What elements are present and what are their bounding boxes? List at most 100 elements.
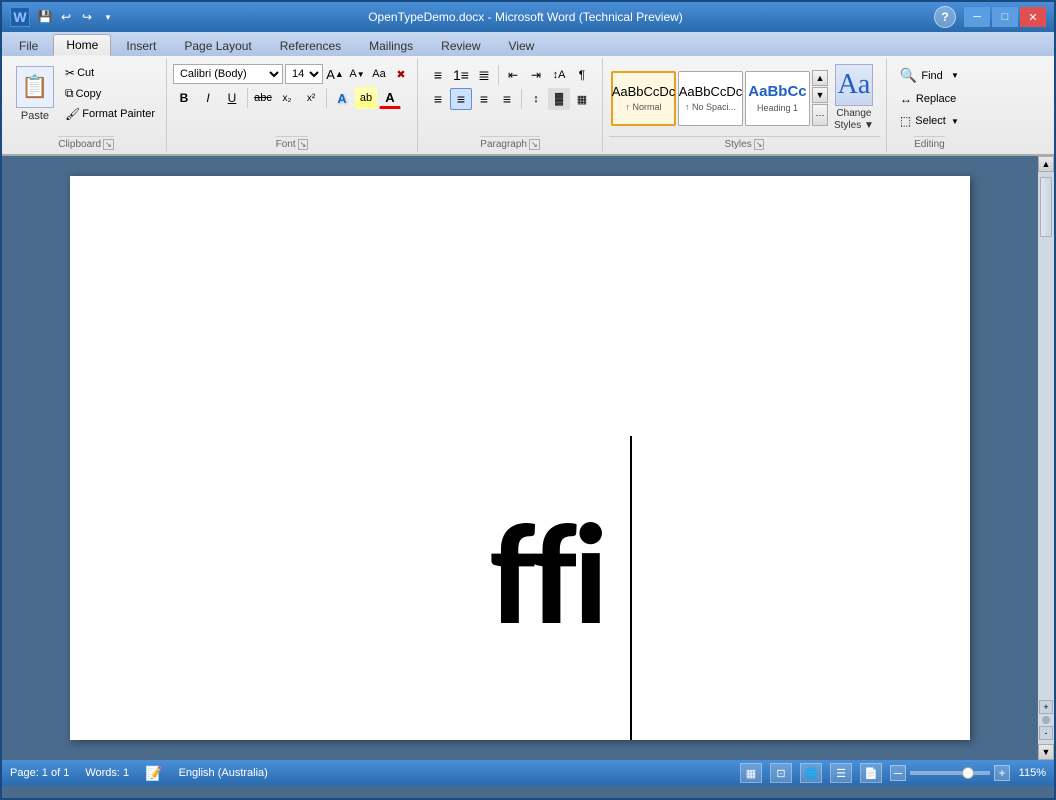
tab-insert[interactable]: Insert: [113, 35, 169, 56]
language-indicator[interactable]: English (Australia): [179, 767, 268, 779]
format-painter-button[interactable]: 🖌 Format Painter: [60, 105, 160, 123]
text-effects-btn[interactable]: A: [331, 87, 353, 109]
close-button[interactable]: ✕: [1020, 7, 1046, 27]
gallery-down-btn[interactable]: ▼: [812, 87, 828, 103]
underline-button[interactable]: U: [221, 87, 243, 109]
status-bar: Page: 1 of 1 Words: 1 📝 English (Austral…: [2, 760, 1054, 786]
draft-btn[interactable]: 📄: [860, 763, 882, 783]
style-no-spacing[interactable]: AaBbCcDc ↑ No Spaci...: [678, 71, 743, 126]
replace-label: Replace: [916, 93, 956, 105]
window-title: OpenTypeDemo.docx - Microsoft Word (Tech…: [117, 10, 934, 24]
editing-group: 🔍 Find ▼ ↔ Replace ⬚ Select ▼ Editing: [887, 58, 972, 152]
replace-button[interactable]: ↔ Replace: [893, 89, 966, 109]
zoom-slider[interactable]: [910, 771, 990, 775]
scroll-down-btn[interactable]: ▼: [1038, 744, 1054, 760]
strikethrough-button[interactable]: abc: [252, 87, 274, 109]
bold-button[interactable]: B: [173, 87, 195, 109]
web-layout-btn[interactable]: 🌐: [800, 763, 822, 783]
scroll-thumb[interactable]: [1040, 177, 1052, 237]
paragraph-expand-icon[interactable]: ↘: [529, 139, 540, 150]
style-normal[interactable]: AaBbCcDc ↑ Normal: [611, 71, 676, 126]
cut-button[interactable]: ✂ Cut: [60, 64, 160, 82]
numbered-list-btn[interactable]: 1≡: [450, 64, 472, 86]
clipboard-expand-icon[interactable]: ↘: [103, 139, 114, 150]
spell-check[interactable]: 📝: [145, 765, 162, 782]
font-size-selector[interactable]: 144: [285, 64, 323, 84]
copy-icon: ⧉: [65, 86, 74, 101]
document-container[interactable]: ffi: [2, 156, 1038, 760]
borders-btn[interactable]: ▦: [571, 88, 593, 110]
minimize-button[interactable]: ─: [964, 7, 990, 27]
zoom-out-btn[interactable]: ─: [890, 765, 906, 781]
zoom-slider-thumb[interactable]: [962, 767, 974, 779]
cut-icon: ✂: [65, 66, 75, 80]
subscript-button[interactable]: x₂: [276, 87, 298, 109]
gallery-more-btn[interactable]: ⋯: [812, 104, 828, 126]
bullets-btn[interactable]: ≡: [427, 64, 449, 86]
superscript-button[interactable]: x²: [300, 87, 322, 109]
document-page[interactable]: ffi: [70, 176, 970, 740]
paste-button[interactable]: 📋 Paste: [12, 64, 58, 124]
decrease-font-btn[interactable]: A▼: [347, 64, 367, 84]
tab-file[interactable]: File: [6, 35, 51, 56]
styles-expand-icon[interactable]: ↘: [754, 139, 765, 150]
style-heading1[interactable]: AaBbCc Heading 1: [745, 71, 810, 126]
print-layout-btn[interactable]: ▦: [740, 763, 762, 783]
document-content[interactable]: ffi: [490, 486, 605, 662]
select-button[interactable]: ⬚ Select ▼: [893, 111, 966, 131]
spell-check-icon: 📝: [145, 765, 162, 782]
increase-font-btn[interactable]: A▲: [325, 64, 345, 84]
align-right-btn[interactable]: ≡: [473, 88, 495, 110]
shading-btn[interactable]: ▓: [548, 88, 570, 110]
font-expand-icon[interactable]: ↘: [298, 139, 309, 150]
tab-home[interactable]: Home: [53, 34, 111, 56]
increase-indent-btn[interactable]: ⇥: [525, 64, 547, 86]
page-info-text: Page: 1 of 1: [10, 767, 69, 779]
multilevel-list-btn[interactable]: ≣: [473, 64, 495, 86]
save-quick-btn[interactable]: 💾: [36, 8, 54, 26]
outline-btn[interactable]: ☰: [830, 763, 852, 783]
font-selector[interactable]: Calibri (Body): [173, 64, 283, 84]
scroll-up-btn[interactable]: ▲: [1038, 156, 1054, 172]
font-selector-row: Calibri (Body) 144 A▲ A▼ Aa ✖: [173, 64, 411, 84]
italic-button[interactable]: I: [197, 87, 219, 109]
copy-button[interactable]: ⧉ Copy: [60, 84, 160, 103]
decrease-indent-btn[interactable]: ⇤: [502, 64, 524, 86]
maximize-button[interactable]: □: [992, 7, 1018, 27]
zoom-in-small-btn[interactable]: +: [1039, 700, 1053, 714]
align-center-btn[interactable]: ≡: [450, 88, 472, 110]
word-icon: W: [10, 7, 30, 27]
change-case-btn[interactable]: Aa: [369, 64, 389, 84]
page-info: Page: 1 of 1: [10, 767, 69, 779]
text-highlight-btn[interactable]: ab: [355, 87, 377, 109]
gallery-up-btn[interactable]: ▲: [812, 70, 828, 86]
change-styles-button[interactable]: Aa ChangeStyles ▼: [830, 62, 878, 134]
tab-page-layout[interactable]: Page Layout: [171, 35, 264, 56]
line-spacing-btn[interactable]: ↕: [525, 88, 547, 110]
clear-formatting-btn[interactable]: ✖: [391, 64, 411, 84]
full-reading-btn[interactable]: ⊡: [770, 763, 792, 783]
zoom-in-btn[interactable]: +: [994, 765, 1010, 781]
tab-references[interactable]: References: [267, 35, 354, 56]
tab-review[interactable]: Review: [428, 35, 493, 56]
vertical-scrollbar[interactable]: ▲ + - ▼: [1038, 156, 1054, 760]
sort-btn[interactable]: ↕A: [548, 64, 570, 86]
redo-quick-btn[interactable]: ↪: [78, 8, 96, 26]
font-color-btn[interactable]: A: [379, 87, 401, 109]
style-no-spacing-label: ↑ No Spaci...: [685, 102, 736, 112]
styles-top: AaBbCcDc ↑ Normal AaBbCcDc ↑ No Spaci...…: [609, 60, 880, 136]
select-dropdown-arrow: ▼: [951, 117, 959, 126]
undo-quick-btn[interactable]: ↩: [57, 8, 75, 26]
help-button[interactable]: ?: [934, 6, 956, 28]
justify-btn[interactable]: ≡: [496, 88, 518, 110]
show-hide-btn[interactable]: ¶: [571, 64, 593, 86]
find-button[interactable]: 🔍 Find ▼: [893, 64, 966, 87]
editing-group-label: Editing: [914, 136, 945, 150]
select-icon: ⬚: [900, 114, 911, 128]
align-left-btn[interactable]: ≡: [427, 88, 449, 110]
tab-view[interactable]: View: [496, 35, 548, 56]
tab-mailings[interactable]: Mailings: [356, 35, 426, 56]
zoom-out-small-btn[interactable]: -: [1039, 726, 1053, 740]
scroll-track[interactable]: [1039, 172, 1053, 696]
qa-dropdown-btn[interactable]: ▼: [99, 8, 117, 26]
